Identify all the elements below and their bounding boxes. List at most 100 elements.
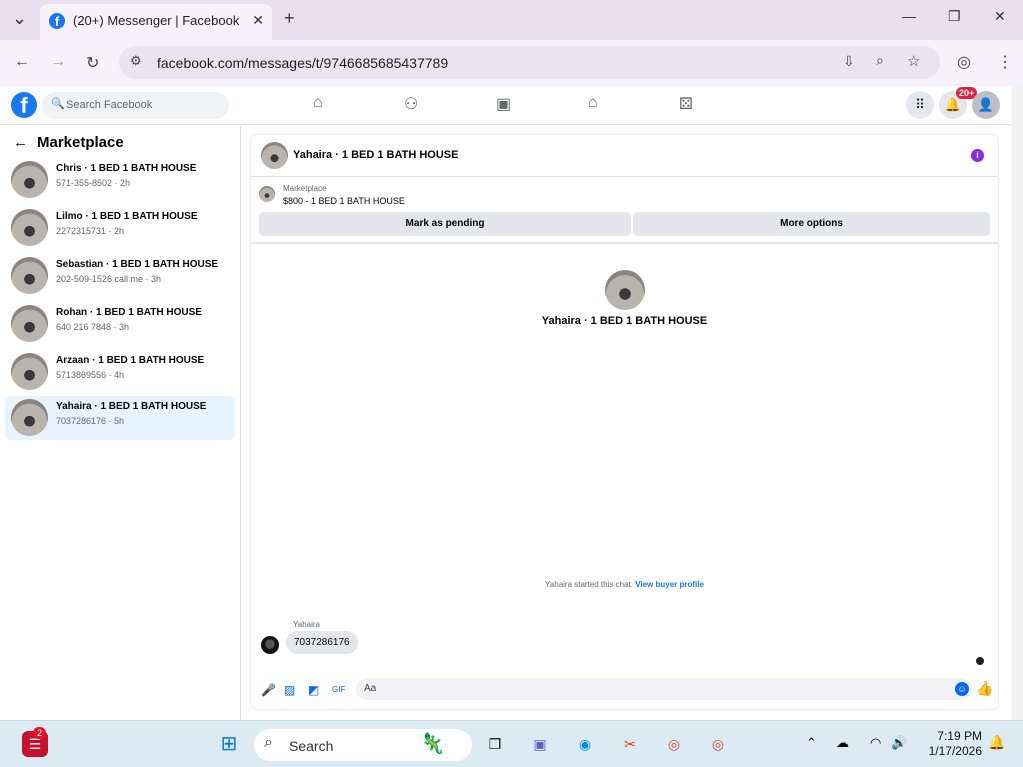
close-tab-icon[interactable]: ✕ [252, 12, 264, 29]
system-clock[interactable]: 7:19 PM 1/17/2026 [922, 729, 982, 759]
emoji-icon[interactable]: ☺ [955, 682, 969, 696]
edge-icon[interactable]: ◉ [572, 731, 598, 757]
gaming-icon[interactable]: ⚄ [679, 94, 693, 114]
conversation-preview: 640 216 7848 · 3h [56, 322, 130, 332]
photo-icon[interactable]: ▨ [284, 683, 295, 697]
notification-bell-icon[interactable]: 🔔 [988, 734, 1005, 751]
conversation-sidebar: ← Marketplace Chris · 1 BED 1 BATH HOUSE… [0, 126, 241, 720]
sender-avatar[interactable] [261, 636, 279, 654]
minimize-button[interactable]: — [902, 8, 916, 24]
avatar [11, 257, 48, 294]
menu-grid-icon[interactable]: ⠿ [906, 91, 934, 119]
facebook-search-input[interactable]: 🔍 Search Facebook [42, 92, 229, 119]
conversation-preview: 2272315731 · 2h [56, 226, 125, 236]
chevron-up-icon[interactable]: ⌃ [806, 735, 817, 751]
snipping-tool-icon[interactable]: ✂ [617, 731, 643, 757]
home-icon[interactable]: ⌂ [313, 94, 323, 112]
conversation-item-yahaira[interactable]: Yahaira · 1 BED 1 BATH HOUSE 7037286176 … [5, 396, 235, 440]
site-info-icon[interactable]: ⚙ [130, 53, 142, 69]
listing-thumbnail [259, 186, 275, 202]
conversation-item-chris[interactable]: Chris · 1 BED 1 BATH HOUSE 571-355-8502 … [5, 158, 235, 202]
browser-tab[interactable]: f (20+) Messenger | Facebook ✕ [40, 4, 272, 40]
install-app-icon[interactable]: ⇩ [843, 53, 855, 70]
conversation-item-rohan[interactable]: Rohan · 1 BED 1 BATH HOUSE 640 216 7848 … [5, 302, 235, 346]
tab-search-button[interactable]: ⌄ [12, 8, 27, 29]
cloud-off-icon[interactable]: ☁ [836, 735, 849, 751]
avatar [11, 161, 48, 198]
forward-icon[interactable]: → [50, 53, 66, 71]
address-bar[interactable]: ⚙ facebook.com/messages/t/97466856854377… [119, 46, 940, 79]
reload-icon[interactable]: ↻ [86, 53, 99, 73]
chrome-profile-icon[interactable]: ◎ [705, 731, 731, 757]
clock-time: 7:19 PM [937, 729, 982, 743]
thumbs-up-icon[interactable]: 👍 [976, 680, 993, 697]
chat-avatar[interactable] [261, 142, 288, 169]
windows-start-icon[interactable]: ⊞ [216, 731, 242, 757]
conversation-item-arzaan[interactable]: Arzaan · 1 BED 1 BATH HOUSE 5713869556 ·… [5, 350, 235, 394]
taskbar-search-label: Search [289, 738, 334, 754]
message-input[interactable]: Aa ☺ [356, 678, 972, 700]
back-icon[interactable]: ← [14, 53, 30, 71]
facebook-header: f 🔍 Search Facebook ⌂ ⚇ ▣ ⌂ ⚄ ⠿ 🔔 20+ 👤 [0, 86, 1012, 125]
microphone-icon[interactable]: 🎤 [261, 683, 276, 697]
more-options-button[interactable]: More options [633, 212, 990, 236]
conversation-name: Yahaira · 1 BED 1 BATH HOUSE [56, 401, 207, 412]
app-badge: 2 [33, 727, 47, 739]
conversation-name: Sebastian · 1 BED 1 BATH HOUSE [56, 259, 219, 270]
view-buyer-profile-link[interactable]: View buyer profile [635, 580, 704, 589]
buyer-avatar[interactable] [605, 270, 645, 310]
conversation-preview: 5713869556 · 4h [56, 370, 125, 380]
message-bubble[interactable]: 7037286176 [286, 631, 358, 654]
conversation-preview: 202-509-1526 call me · 3h [56, 274, 162, 284]
wifi-icon[interactable]: ◠ [870, 735, 881, 751]
chat-started-notice: Yahaira started this chat. View buyer pr… [251, 580, 998, 589]
gif-icon[interactable]: GIF [332, 685, 345, 694]
profile-icon[interactable]: ◎ [957, 52, 971, 72]
back-arrow-icon[interactable]: ← [13, 134, 28, 151]
message-placeholder: Aa [364, 683, 377, 694]
conversation-name: Rohan · 1 BED 1 BATH HOUSE [56, 307, 202, 318]
chrome-icon[interactable]: ◎ [661, 731, 687, 757]
teams-icon[interactable]: ▣ [527, 731, 553, 757]
mark-as-pending-button[interactable]: Mark as pending [259, 212, 631, 236]
page-scrollbar[interactable] [1012, 86, 1023, 720]
started-text: Yahaira started this chat. [545, 580, 633, 589]
sticker-icon[interactable]: ◩ [308, 683, 319, 697]
buyer-name: Yahaira · 1 BED 1 BATH HOUSE [541, 315, 708, 327]
seen-indicator [976, 657, 984, 665]
sidebar-title: Marketplace [37, 134, 124, 151]
conversation-name: Chris · 1 BED 1 BATH HOUSE [56, 163, 197, 174]
listing-price: $800 - 1 BED 1 BATH HOUSE [283, 196, 405, 206]
zoom-icon[interactable]: ⌕ [876, 52, 884, 69]
avatar [11, 209, 48, 246]
avatar [11, 305, 48, 342]
search-highlight-icon: 🦎 [420, 733, 445, 755]
friends-icon[interactable]: ⚇ [404, 94, 418, 114]
browser-toolbar: ← → ↻ ⚙ facebook.com/messages/t/97466856… [0, 40, 1023, 86]
conversation-item-sebastian[interactable]: Sebastian · 1 BED 1 BATH HOUSE 202-509-1… [5, 254, 235, 298]
info-icon[interactable]: i [971, 149, 984, 162]
search-icon: ⌕ [264, 734, 273, 751]
menu-kebab-icon[interactable]: ⋮ [997, 52, 1013, 72]
bookmark-star-icon[interactable]: ☆ [907, 52, 920, 70]
task-view-icon[interactable]: ❐ [482, 731, 508, 757]
listing-label: Marketplace [283, 184, 327, 193]
chat-title[interactable]: Yahaira · 1 BED 1 BATH HOUSE [293, 149, 458, 161]
new-tab-button[interactable]: + [284, 8, 295, 29]
taskbar-search[interactable]: ⌕ Search 🦎 [254, 729, 472, 761]
marketplace-icon[interactable]: ⌂ [588, 94, 598, 112]
tab-title: (20+) Messenger | Facebook [73, 13, 240, 28]
conversation-item-lilmo[interactable]: Lilmo · 1 BED 1 BATH HOUSE 2272315731 · … [5, 206, 235, 250]
facebook-logo-icon[interactable]: f [11, 92, 37, 118]
avatar [11, 399, 48, 436]
browser-tab-strip: ⌄ f (20+) Messenger | Facebook ✕ + — ❐ ✕ [0, 0, 1023, 40]
clock-date: 1/17/2026 [928, 744, 982, 758]
account-avatar[interactable]: 👤 [972, 91, 1000, 119]
video-icon[interactable]: ▣ [496, 94, 511, 114]
volume-icon[interactable]: 🔊 [891, 735, 907, 751]
restore-button[interactable]: ❐ [948, 8, 961, 25]
divider [251, 242, 998, 244]
conversation-preview: 571-355-8502 · 2h [56, 178, 131, 188]
url-text[interactable]: facebook.com/messages/t/9746685685437789 [157, 55, 448, 71]
close-window-button[interactable]: ✕ [994, 8, 1006, 25]
